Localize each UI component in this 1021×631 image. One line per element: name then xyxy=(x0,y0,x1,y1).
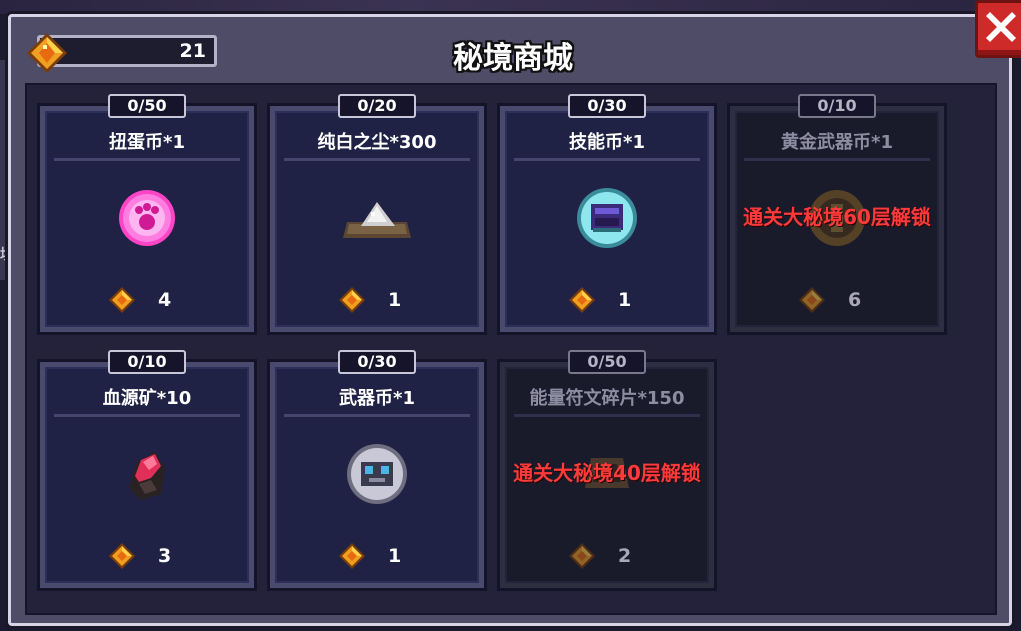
shop-item-card[interactable]: 0/50 扭蛋币*1 4 xyxy=(37,94,257,335)
close-icon xyxy=(986,12,1016,42)
shop-item-card-locked: 0/50 能量符文碎片*150 通关大秘境40层解锁 2 xyxy=(497,350,717,591)
unlock-requirement: 通关大秘境40层解锁 xyxy=(513,461,701,485)
unlock-requirement: 通关大秘境60层解锁 xyxy=(743,205,931,229)
item-price: 1 xyxy=(618,289,632,311)
white-dust-icon xyxy=(343,202,411,238)
weapon-coin-icon xyxy=(347,444,407,504)
stock-badge: 0/50 xyxy=(108,94,186,118)
shop-item-card[interactable]: 0/20 纯白之尘*300 1 xyxy=(267,94,487,335)
item-name: 血源矿*10 xyxy=(102,388,192,409)
gem-icon xyxy=(569,287,595,313)
stock-badge: 0/30 xyxy=(338,350,416,374)
stock-badge: 0/10 xyxy=(108,350,186,374)
item-price: 4 xyxy=(158,289,172,311)
gem-icon xyxy=(339,287,365,313)
item-name: 技能币*1 xyxy=(569,132,645,153)
gem-icon xyxy=(27,33,67,73)
card-divider xyxy=(514,158,700,161)
item-name: 扭蛋币*1 xyxy=(109,132,185,153)
card-divider xyxy=(514,414,700,417)
item-name: 黄金武器币*1 xyxy=(781,132,893,153)
gem-icon xyxy=(109,287,135,313)
item-price: 6 xyxy=(848,289,862,311)
shop-item-card[interactable]: 0/30 武器币*1 1 xyxy=(267,350,487,591)
shop-panel: 秘境商城 21 0/50 扭蛋币*1 4 0/20 纯白之尘*300 1 0/3… xyxy=(8,14,1012,626)
skill-coin-icon xyxy=(577,188,637,248)
gem-icon xyxy=(569,543,595,569)
card-divider xyxy=(744,158,930,161)
stock-badge: 0/20 xyxy=(338,94,416,118)
item-price: 1 xyxy=(388,545,402,567)
card-divider xyxy=(284,414,470,417)
item-name: 能量符文碎片*150 xyxy=(529,388,685,409)
stock-badge: 0/30 xyxy=(568,94,646,118)
close-button[interactable] xyxy=(975,0,1021,58)
item-name: 纯白之尘*300 xyxy=(317,132,437,153)
item-price: 3 xyxy=(158,545,172,567)
stock-badge: 0/50 xyxy=(568,350,646,374)
blood-ore-icon xyxy=(129,452,165,500)
gem-icon xyxy=(109,543,135,569)
card-divider xyxy=(284,158,470,161)
shop-item-card[interactable]: 0/10 血源矿*10 3 xyxy=(37,350,257,591)
gem-icon xyxy=(339,543,365,569)
shop-item-card-locked: 0/10 黄金武器币*1 通关大秘境60层解锁 6 xyxy=(727,94,947,335)
shop-item-card[interactable]: 0/30 技能币*1 1 xyxy=(497,94,717,335)
item-price: 2 xyxy=(618,545,632,567)
item-price: 1 xyxy=(388,289,402,311)
item-name: 武器币*1 xyxy=(339,388,415,409)
gem-icon xyxy=(799,287,825,313)
card-divider xyxy=(54,158,240,161)
stock-badge: 0/10 xyxy=(798,94,876,118)
card-divider xyxy=(54,414,240,417)
background-strip xyxy=(0,0,1021,14)
gacha-coin-icon xyxy=(119,190,175,246)
currency-amount: 21 xyxy=(179,40,206,62)
